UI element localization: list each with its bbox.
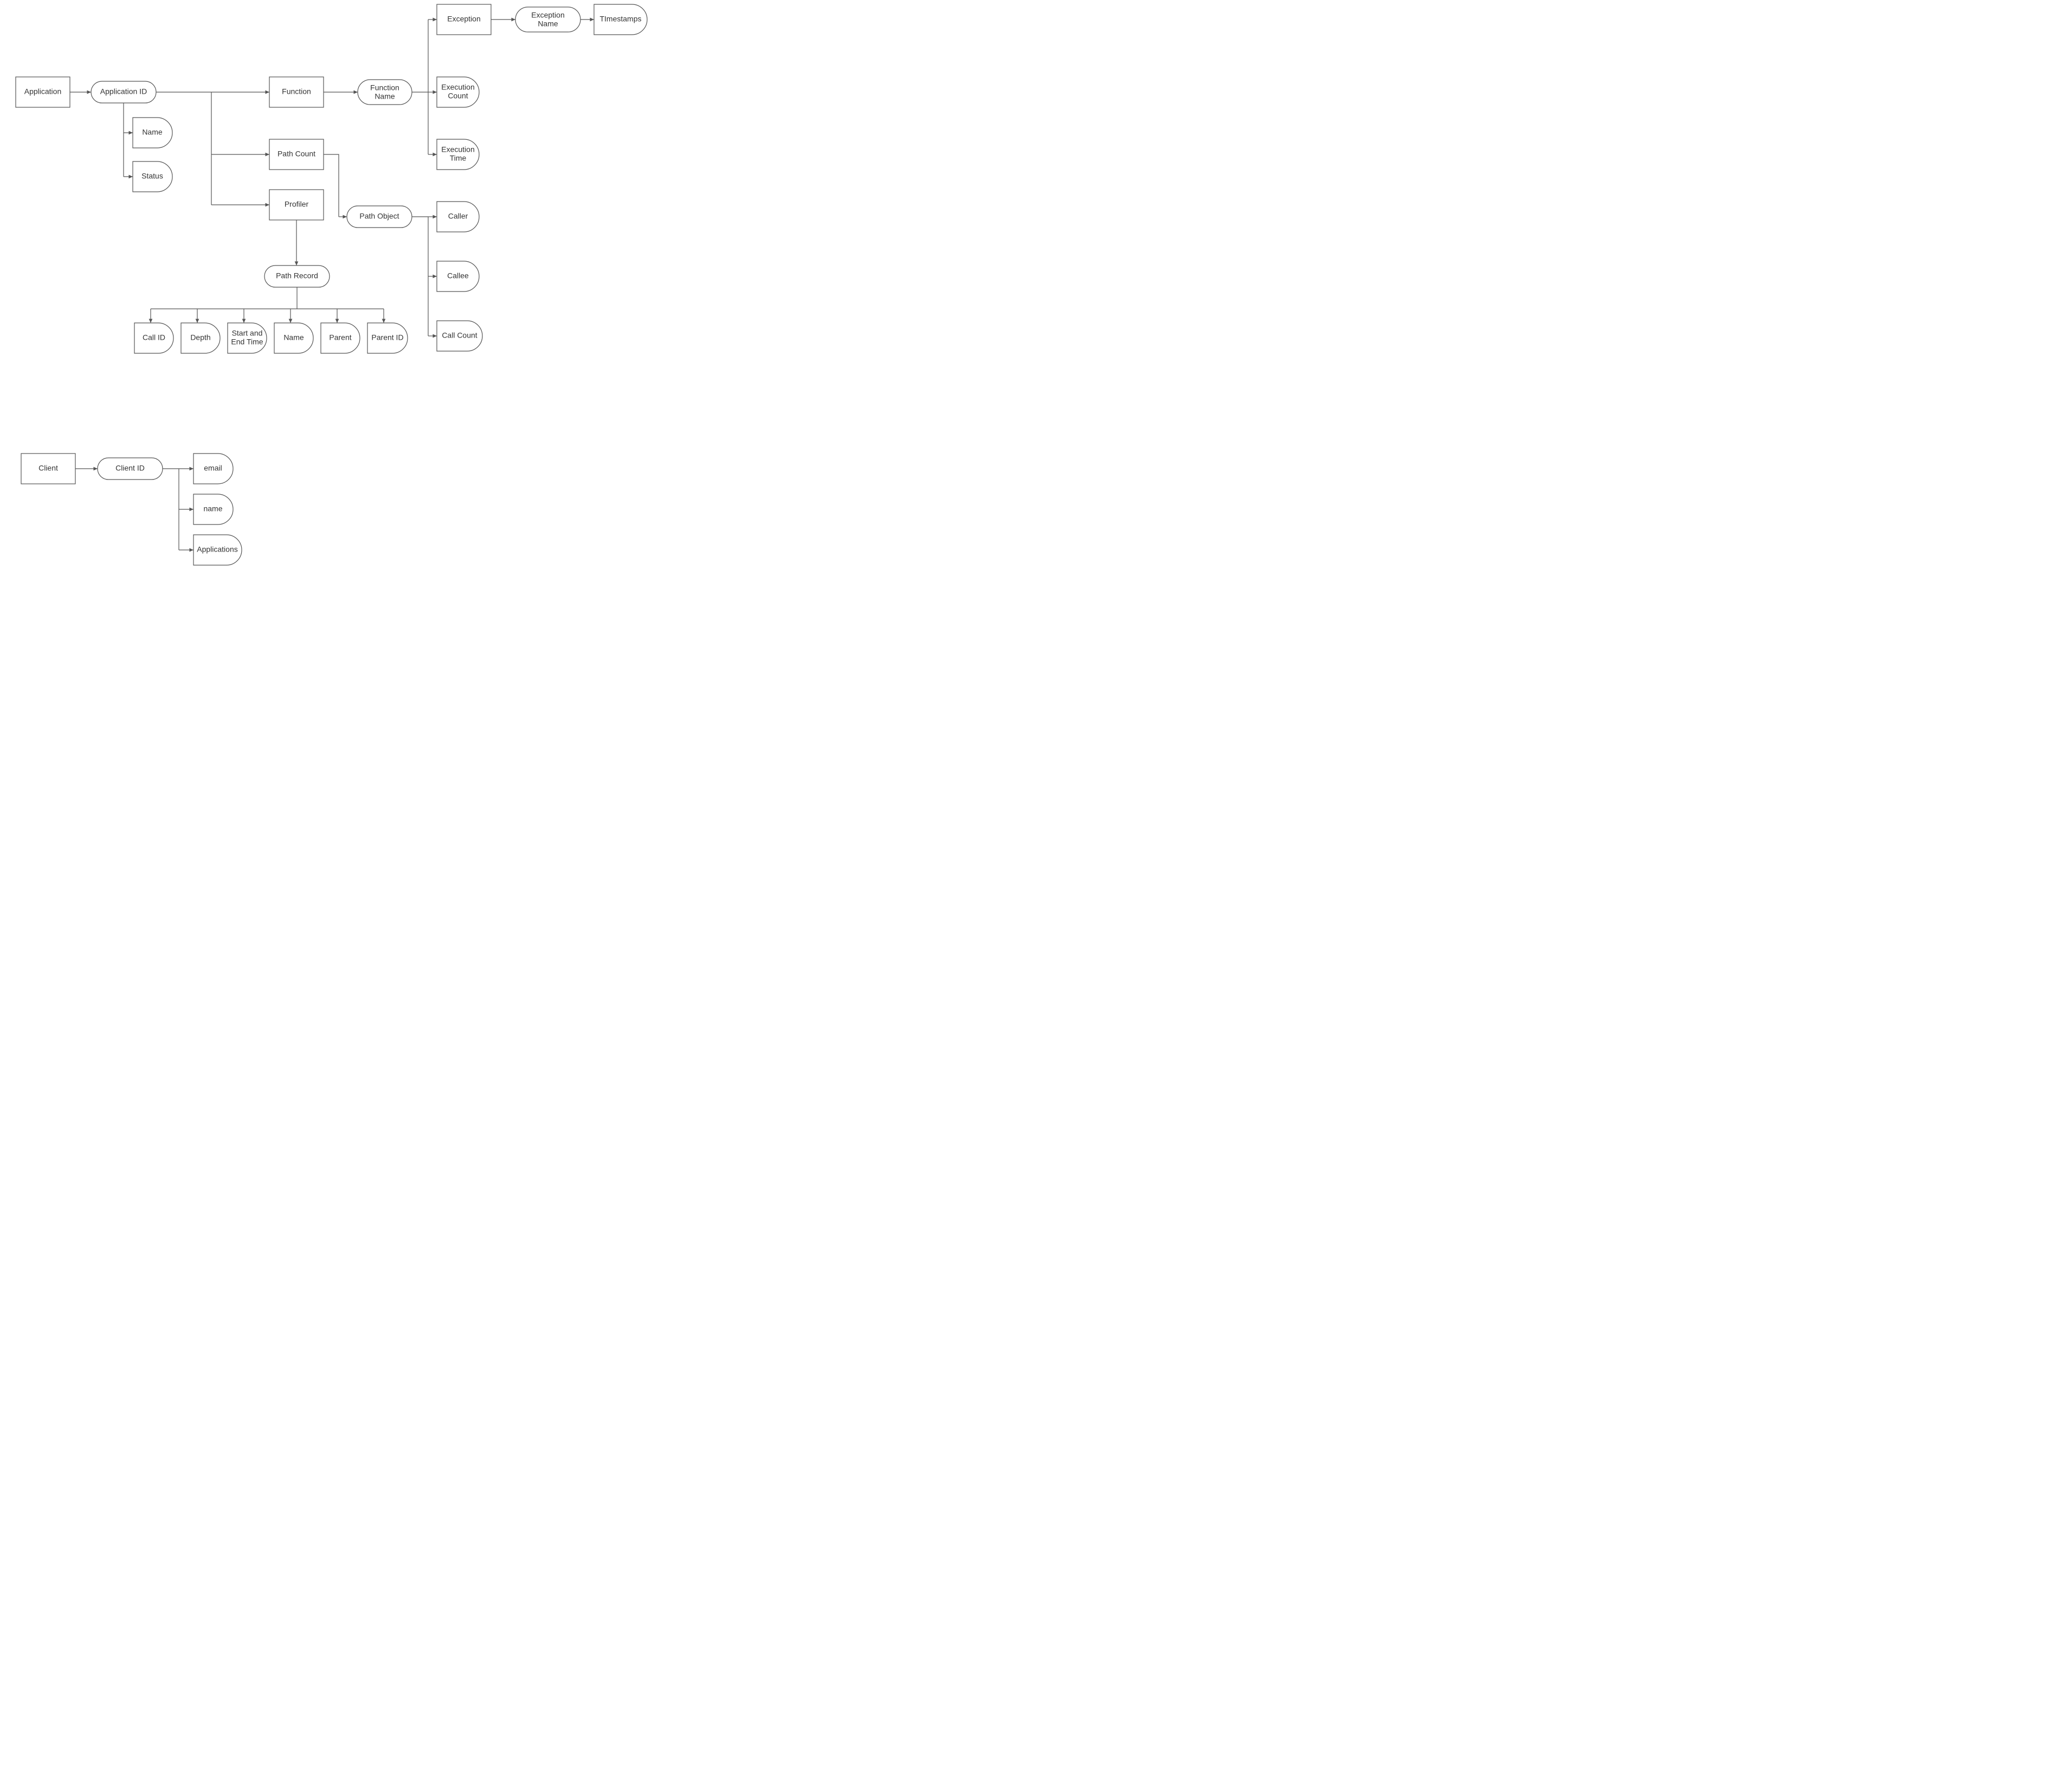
label-name: Name: [142, 128, 163, 137]
label-exception: Exception: [447, 15, 480, 23]
node-function: Function: [269, 77, 324, 107]
label-exception-name1: Exception: [531, 11, 564, 20]
label-function-name1: Function: [370, 83, 399, 92]
node-exception: Exception: [437, 4, 491, 35]
label-execution-count1: Execution: [441, 83, 474, 92]
edge-pathcount-elbow: [324, 154, 339, 217]
label-path-object: Path Object: [359, 212, 399, 221]
node-client: Client: [21, 454, 75, 484]
label-function-name2: Name: [375, 92, 395, 101]
node-applications: Applications: [193, 535, 242, 565]
label-callee: Callee: [447, 271, 469, 280]
label-exception-name2: Name: [538, 20, 558, 28]
label-call-count: Call Count: [442, 331, 477, 340]
node-email: email: [193, 454, 233, 484]
node-parent-id: Parent ID: [367, 323, 408, 353]
node-cname: name: [193, 494, 233, 524]
node-path-record: Path Record: [264, 265, 330, 287]
label-client-id: Client ID: [115, 464, 145, 472]
node-name: Name: [133, 118, 172, 148]
node-call-id: Call ID: [134, 323, 173, 353]
label-email: email: [204, 464, 222, 472]
label-start-end1: Start and: [232, 329, 263, 338]
node-callee: Callee: [437, 261, 479, 292]
label-path-record: Path Record: [276, 271, 318, 280]
node-profiler: Profiler: [269, 190, 324, 220]
node-execution-count: Execution Count: [437, 77, 479, 107]
label-application-id: Application ID: [100, 87, 147, 96]
node-parent: Parent: [321, 323, 360, 353]
node-path-object: Path Object: [347, 206, 412, 228]
node-depth: Depth: [181, 323, 220, 353]
node-function-name: Function Name: [358, 80, 412, 105]
label-depth: Depth: [190, 333, 210, 342]
node-start-end: Start and End Time: [228, 323, 267, 353]
label-execution-time2: Time: [450, 154, 467, 163]
node-application-id: Application ID: [91, 81, 156, 103]
label-pr-name: Name: [283, 333, 304, 342]
diagram-canvas: Application Application ID Name Status F…: [0, 0, 669, 571]
label-execution-count2: Count: [448, 92, 468, 100]
node-pr-name: Name: [274, 323, 313, 353]
label-parent: Parent: [329, 333, 351, 342]
label-parent-id: Parent ID: [371, 333, 403, 342]
label-applications: Applications: [197, 545, 238, 554]
node-caller: Caller: [437, 202, 479, 232]
label-function: Function: [282, 87, 311, 96]
label-caller: Caller: [448, 212, 468, 221]
node-status: Status: [133, 161, 172, 192]
node-application: Application: [16, 77, 70, 107]
label-application: Application: [24, 87, 62, 96]
label-client: Client: [38, 464, 58, 472]
label-status: Status: [141, 172, 163, 180]
node-call-count: Call Count: [437, 321, 482, 351]
label-cname: name: [203, 504, 222, 513]
node-execution-time: Execution Time: [437, 139, 479, 170]
label-call-id: Call ID: [143, 333, 165, 342]
label-start-end2: End Time: [231, 338, 263, 346]
label-profiler: Profiler: [285, 200, 309, 209]
label-execution-time1: Execution: [441, 145, 474, 154]
node-timestamps: TImestamps: [594, 4, 647, 35]
node-client-id: Client ID: [98, 458, 163, 480]
node-exception-name: Exception Name: [515, 7, 580, 32]
node-path-count: Path Count: [269, 139, 324, 170]
label-timestamps: TImestamps: [599, 15, 641, 23]
label-path-count: Path Count: [277, 150, 315, 158]
